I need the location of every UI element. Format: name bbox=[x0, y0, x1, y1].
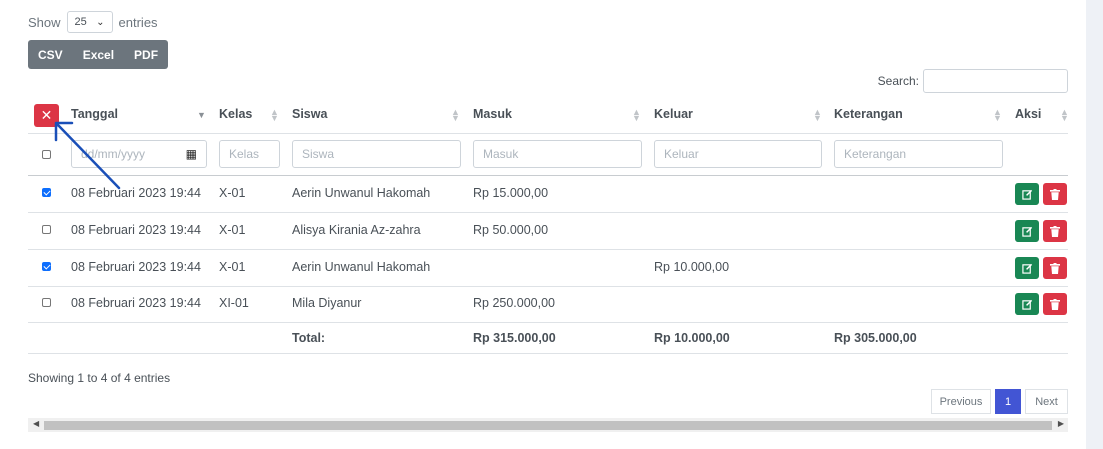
sort-icon: ▲ ▼ bbox=[1060, 107, 1069, 123]
length-suffix: entries bbox=[118, 14, 158, 30]
row-checkbox[interactable] bbox=[42, 262, 51, 271]
length-prefix: Show bbox=[28, 14, 61, 30]
sort-icon: ▲ ▼ bbox=[813, 107, 822, 123]
divider bbox=[28, 133, 1068, 134]
cell-siswa: Alisya Kirania Az-zahra bbox=[292, 223, 421, 237]
column-header-masuk[interactable]: Masuk bbox=[473, 107, 512, 121]
sort-icon: ▲ ▼ bbox=[270, 107, 279, 123]
page-length-select[interactable]: 25 ⌄ bbox=[66, 11, 113, 33]
date-filter-placeholder: dd/mm/yyyy bbox=[81, 147, 146, 161]
trash-icon bbox=[1050, 262, 1060, 274]
search-box: Search: bbox=[878, 69, 1068, 93]
delete-selected-button[interactable]: ✕ bbox=[34, 104, 59, 127]
next-page-button[interactable]: Next bbox=[1025, 389, 1068, 414]
column-header-aksi[interactable]: Aksi bbox=[1015, 107, 1041, 121]
sort-icon: ▲ ▼ bbox=[632, 107, 641, 123]
cell-masuk: Rp 250.000,00 bbox=[473, 296, 556, 310]
sort-icon: ▲ ▼ bbox=[993, 107, 1002, 123]
cell-siswa: Mila Diyanur bbox=[292, 296, 362, 310]
total-keterangan: Rp 305.000,00 bbox=[834, 331, 917, 345]
kelas-filter-input[interactable]: Kelas bbox=[219, 140, 280, 168]
divider bbox=[28, 286, 1068, 287]
edit-button[interactable] bbox=[1015, 220, 1039, 242]
trash-icon bbox=[1050, 188, 1060, 200]
keterangan-filter-input[interactable]: Keterangan bbox=[834, 140, 1003, 168]
column-header-tanggal[interactable]: Tanggal bbox=[71, 107, 118, 121]
divider bbox=[28, 353, 1068, 354]
date-filter-input[interactable]: dd/mm/yyyy ▦ bbox=[71, 140, 207, 168]
length-menu: Show 25 ⌄ entries bbox=[28, 11, 158, 33]
delete-button[interactable] bbox=[1043, 183, 1067, 205]
cell-tanggal: 08 Februari 2023 19:44 bbox=[71, 223, 201, 237]
cell-masuk: Rp 50.000,00 bbox=[473, 223, 549, 237]
cell-kelas: X-01 bbox=[219, 260, 246, 274]
divider bbox=[28, 212, 1068, 213]
delete-button[interactable] bbox=[1043, 293, 1067, 315]
total-keluar: Rp 10.000,00 bbox=[654, 331, 730, 345]
cell-tanggal: 08 Februari 2023 19:44 bbox=[71, 296, 201, 310]
cell-siswa: Aerin Unwanul Hakomah bbox=[292, 186, 431, 200]
total-label: Total: bbox=[292, 331, 326, 345]
column-header-keterangan[interactable]: Keterangan bbox=[834, 107, 903, 121]
csv-button[interactable]: CSV bbox=[28, 40, 73, 69]
edit-button[interactable] bbox=[1015, 183, 1039, 205]
previous-page-button[interactable]: Previous bbox=[931, 389, 991, 414]
column-header-keluar[interactable]: Keluar bbox=[654, 107, 693, 121]
scroll-left-icon[interactable]: ◀ bbox=[33, 419, 39, 428]
cell-kelas: X-01 bbox=[219, 186, 246, 200]
search-label: Search: bbox=[877, 74, 919, 88]
cell-siswa: Aerin Unwanul Hakomah bbox=[292, 260, 431, 274]
edit-icon bbox=[1021, 263, 1032, 274]
edit-icon bbox=[1021, 226, 1032, 237]
trash-icon bbox=[1050, 298, 1060, 310]
cell-kelas: X-01 bbox=[219, 223, 246, 237]
chevron-down-icon: ⌄ bbox=[96, 16, 105, 28]
horizontal-scrollbar[interactable]: ◀ ▶ bbox=[28, 418, 1068, 432]
scroll-right-icon[interactable]: ▶ bbox=[1058, 419, 1064, 428]
total-masuk: Rp 315.000,00 bbox=[473, 331, 556, 345]
masuk-filter-input[interactable]: Masuk bbox=[473, 140, 642, 168]
select-all-checkbox[interactable] bbox=[42, 150, 51, 159]
sort-desc-icon: ▼ bbox=[197, 110, 206, 120]
table-info: Showing 1 to 4 of 4 entries bbox=[28, 371, 171, 385]
row-checkbox[interactable] bbox=[42, 188, 51, 197]
keluar-filter-input[interactable]: Keluar bbox=[654, 140, 822, 168]
export-buttons: CSV Excel PDF bbox=[28, 40, 169, 69]
sort-icon: ▲ ▼ bbox=[451, 107, 460, 123]
search-input[interactable] bbox=[923, 69, 1068, 93]
delete-button[interactable] bbox=[1043, 257, 1067, 279]
edit-button[interactable] bbox=[1015, 257, 1039, 279]
calendar-icon: ▦ bbox=[185, 147, 197, 161]
divider bbox=[28, 249, 1068, 250]
edit-icon bbox=[1021, 189, 1032, 200]
trash-icon bbox=[1050, 225, 1060, 237]
column-header-siswa[interactable]: Siswa bbox=[292, 107, 327, 121]
row-checkbox[interactable] bbox=[42, 298, 51, 307]
page-1-button[interactable]: 1 bbox=[995, 389, 1021, 414]
datatable-card: Show 25 ⌄ entries CSV Excel PDF Search: … bbox=[0, 0, 1086, 449]
column-header-kelas[interactable]: Kelas bbox=[219, 107, 252, 121]
edit-icon bbox=[1021, 299, 1032, 310]
page-length-value: 25 bbox=[74, 16, 87, 28]
siswa-filter-input[interactable]: Siswa bbox=[292, 140, 461, 168]
close-icon: ✕ bbox=[40, 107, 53, 123]
edit-button[interactable] bbox=[1015, 293, 1039, 315]
cell-masuk: Rp 15.000,00 bbox=[473, 186, 549, 200]
cell-kelas: XI-01 bbox=[219, 296, 249, 310]
delete-button[interactable] bbox=[1043, 220, 1067, 242]
scrollbar-thumb[interactable] bbox=[44, 421, 1052, 430]
pdf-button[interactable]: PDF bbox=[124, 40, 168, 69]
divider bbox=[28, 175, 1068, 176]
cell-tanggal: 08 Februari 2023 19:44 bbox=[71, 186, 201, 200]
cell-keluar: Rp 10.000,00 bbox=[654, 260, 730, 274]
cell-tanggal: 08 Februari 2023 19:44 bbox=[71, 260, 201, 274]
divider bbox=[28, 322, 1068, 323]
row-checkbox[interactable] bbox=[42, 225, 51, 234]
excel-button[interactable]: Excel bbox=[73, 40, 124, 69]
